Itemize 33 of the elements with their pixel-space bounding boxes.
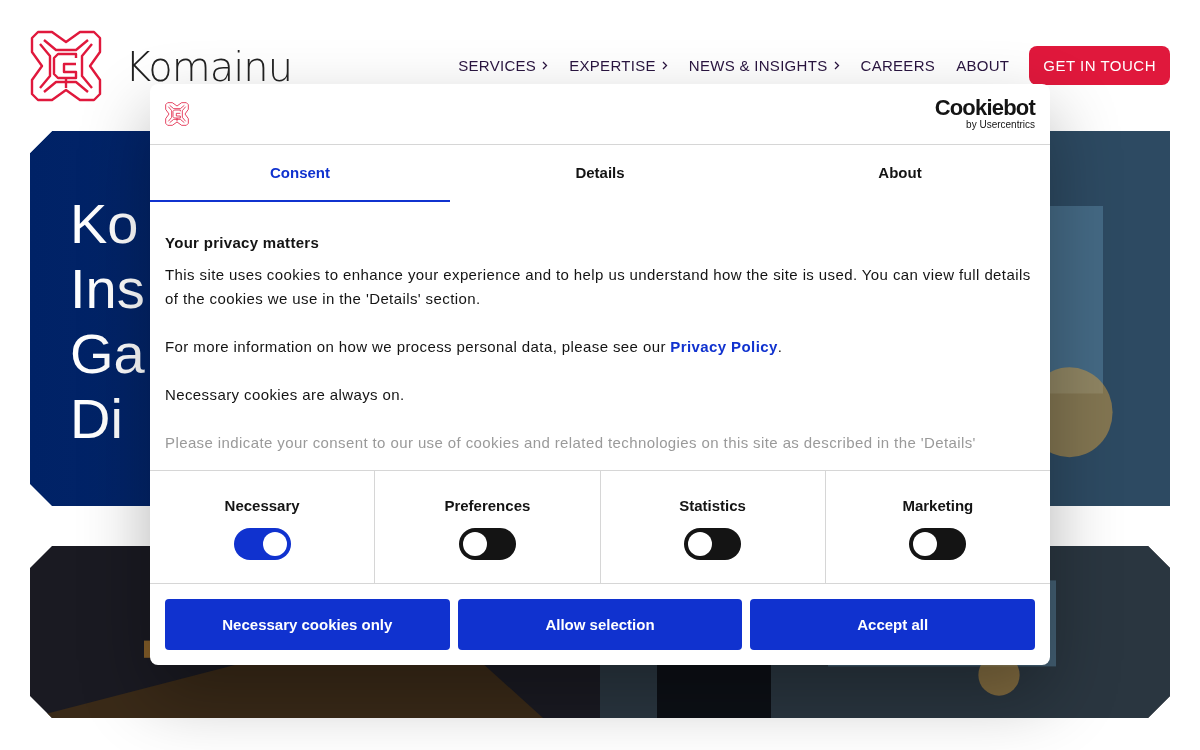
- dialog-heading: Your privacy matters: [165, 234, 321, 251]
- hero-heading-line: Ga: [70, 321, 145, 386]
- toggle-switch[interactable]: [909, 528, 967, 560]
- consent-button[interactable]: Necessary cookies only: [165, 599, 450, 650]
- hero-heading-line: Ko: [70, 191, 139, 256]
- dialog-text: For more information on how we process personal data, please see our Privacy Policy.: [165, 337, 784, 357]
- consent-button[interactable]: Accept all: [750, 599, 1035, 650]
- nav-link[interactable]: EXPERTISE: [569, 57, 668, 74]
- toggle-label: Marketing: [902, 497, 974, 514]
- consent-button[interactable]: Allow selection: [457, 599, 743, 650]
- get-in-touch-button[interactable]: GET IN TOUCH: [1029, 46, 1170, 85]
- site-logo-icon: [165, 102, 189, 126]
- dialog-text: This site uses cookies to enhance your experience and to help us understand how the site is used. You can view full details of the cookies we use in the 'Details' section.: [165, 265, 1032, 309]
- dialog-tab[interactable]: About: [750, 145, 1050, 202]
- nav-link[interactable]: NEWS & INSIGHTS: [688, 57, 840, 74]
- faded-text: Please indicate your consent to our use of cookies and related technologies on this site as described in the 'Details': [165, 433, 977, 453]
- cookiebot-tagline: by Usercentrics: [966, 119, 1035, 131]
- dialog-tab[interactable]: Consent: [150, 145, 450, 202]
- hero-heading-line: Di: [70, 386, 123, 451]
- toggle-switch[interactable]: [233, 528, 291, 560]
- cookiebot-logo[interactable]: Cookiebot: [934, 97, 1035, 119]
- toggle-label: Preferences: [444, 497, 531, 514]
- toggle-label: Statistics: [679, 497, 746, 514]
- hero-heading-line: Ins: [70, 256, 145, 321]
- nav-link[interactable]: SERVICES: [458, 57, 549, 74]
- toggle-switch[interactable]: [458, 528, 516, 560]
- logo-icon: [30, 30, 102, 102]
- toggle-switch[interactable]: [684, 528, 742, 560]
- nav-link[interactable]: ABOUT: [956, 57, 1010, 74]
- privacy-policy-link[interactable]: Privacy Policy: [670, 338, 778, 355]
- toggle-label: Necessary: [224, 497, 300, 514]
- nav-link[interactable]: CAREERS: [860, 57, 936, 74]
- dialog-text: Necessary cookies are always on.: [165, 385, 406, 405]
